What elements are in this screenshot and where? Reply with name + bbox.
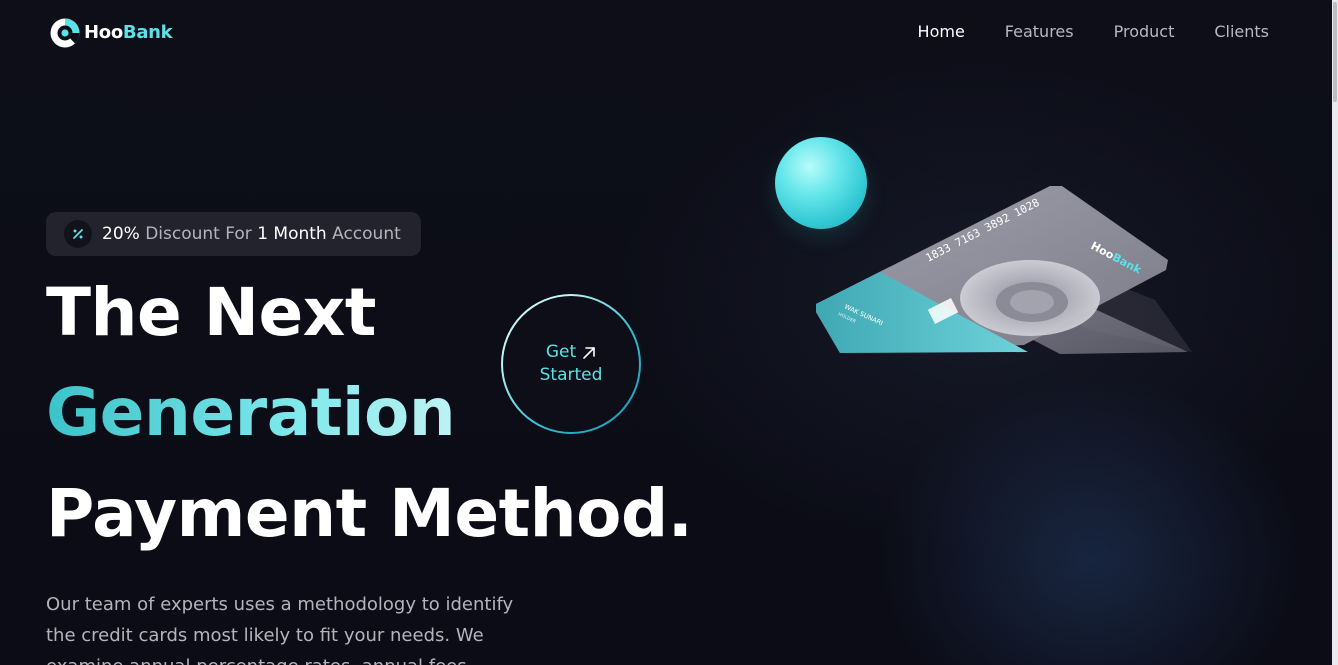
get-started-button[interactable]: Get Started <box>501 294 641 434</box>
brand-name-part1: Hoo <box>84 21 123 43</box>
discount-text: 20% Discount For 1 Month Account <box>102 224 401 244</box>
get-started-inner: Get Started <box>503 296 639 432</box>
nav-item-clients[interactable]: Clients <box>1214 22 1269 41</box>
hero-description: Our team of experts uses a methodology t… <box>46 594 514 665</box>
hero-page: HooBank Home Features Product Clients 20… <box>0 0 1338 665</box>
discount-duration: 1 Month <box>257 224 327 244</box>
nav-item-product[interactable]: Product <box>1114 22 1175 41</box>
brand-logo[interactable]: HooBank <box>49 16 173 48</box>
discount-text-end: Account <box>326 224 401 244</box>
get-started-label-2: Started <box>539 365 603 385</box>
main-nav: Home Features Product Clients <box>918 22 1269 41</box>
arrow-up-right-icon <box>583 346 595 359</box>
logo-icon <box>49 16 81 48</box>
discount-icon <box>64 220 92 248</box>
credit-card-illustration: 1833 7163 3892 1028 HooBank WAK SUNARI H… <box>816 186 1192 354</box>
headline-line-2: Generation <box>46 374 456 451</box>
scrollbar-thumb[interactable] <box>1333 2 1337 102</box>
headline-line-1: The Next <box>46 274 376 351</box>
brand-name: HooBank <box>84 21 173 43</box>
discount-badge: 20% Discount For 1 Month Account <box>46 212 421 256</box>
headline-line-3: Payment Method. <box>46 475 693 552</box>
discount-percent: 20% <box>102 224 140 244</box>
get-started-label-1: Get <box>545 342 577 362</box>
discount-text-middle: Discount For <box>139 224 258 244</box>
vertical-scrollbar[interactable] <box>1332 0 1338 665</box>
nav-item-home[interactable]: Home <box>918 22 965 41</box>
nav-item-features[interactable]: Features <box>1005 22 1074 41</box>
brand-name-part2: Bank <box>122 21 173 43</box>
get-started-line-1: Get <box>546 341 596 364</box>
get-started-line-2: Started <box>540 364 603 387</box>
